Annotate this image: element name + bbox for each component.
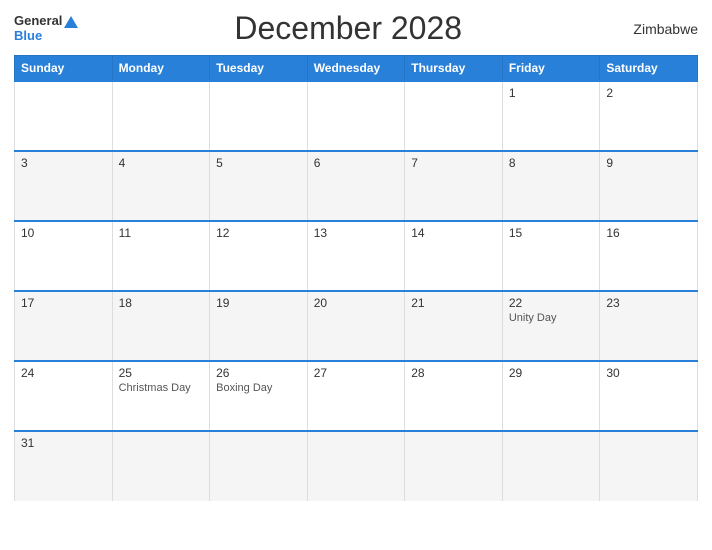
calendar-cell: 19 <box>210 291 308 361</box>
day-number: 13 <box>314 226 399 240</box>
calendar-cell: 24 <box>15 361 113 431</box>
day-number: 15 <box>509 226 594 240</box>
calendar-cell: 21 <box>405 291 503 361</box>
day-number: 12 <box>216 226 301 240</box>
calendar-cell <box>112 431 210 501</box>
calendar-cell: 23 <box>600 291 698 361</box>
day-number: 24 <box>21 366 106 380</box>
day-number: 20 <box>314 296 399 310</box>
calendar-cell: 30 <box>600 361 698 431</box>
calendar-cell: 6 <box>307 151 405 221</box>
calendar-body: 12345678910111213141516171819202122Unity… <box>15 81 698 501</box>
day-number: 21 <box>411 296 496 310</box>
country-label: Zimbabwe <box>618 21 698 37</box>
calendar-cell: 10 <box>15 221 113 291</box>
calendar-cell <box>210 81 308 151</box>
weekday-header-monday: Monday <box>112 56 210 82</box>
day-number: 16 <box>606 226 691 240</box>
calendar-cell: 31 <box>15 431 113 501</box>
day-number: 30 <box>606 366 691 380</box>
calendar-cell: 1 <box>502 81 600 151</box>
calendar-container: General Blue December 2028 Zimbabwe Sund… <box>0 0 712 550</box>
day-number: 6 <box>314 156 399 170</box>
calendar-cell: 2 <box>600 81 698 151</box>
holiday-name: Boxing Day <box>216 382 301 394</box>
day-number: 10 <box>21 226 106 240</box>
calendar-cell: 25 Christmas Day <box>112 361 210 431</box>
calendar-header-row: SundayMondayTuesdayWednesdayThursdayFrid… <box>15 56 698 82</box>
calendar-cell: 8 <box>502 151 600 221</box>
weekday-header-wednesday: Wednesday <box>307 56 405 82</box>
weekday-header-saturday: Saturday <box>600 56 698 82</box>
day-number: 7 <box>411 156 496 170</box>
day-number: 14 <box>411 226 496 240</box>
day-number: 11 <box>119 226 204 240</box>
calendar-cell <box>600 431 698 501</box>
day-number: 22 <box>509 296 594 310</box>
calendar-cell: 22 Unity Day <box>502 291 600 361</box>
day-number: 18 <box>119 296 204 310</box>
calendar-cell <box>307 81 405 151</box>
month-title: December 2028 <box>78 10 618 47</box>
holiday-name: Christmas Day <box>119 382 204 394</box>
calendar-cell: 11 <box>112 221 210 291</box>
calendar-cell <box>405 431 503 501</box>
calendar-cell: 20 <box>307 291 405 361</box>
calendar-cell: 5 <box>210 151 308 221</box>
day-number: 5 <box>216 156 301 170</box>
holiday-name: Unity Day <box>509 312 594 324</box>
day-number: 28 <box>411 366 496 380</box>
logo-general-text: General <box>14 14 78 28</box>
calendar-header: General Blue December 2028 Zimbabwe <box>14 10 698 47</box>
logo-triangle-icon <box>64 16 78 28</box>
day-number: 1 <box>509 86 594 100</box>
calendar-cell: 28 <box>405 361 503 431</box>
calendar-cell <box>307 431 405 501</box>
calendar-cell: 29 <box>502 361 600 431</box>
calendar-cell: 13 <box>307 221 405 291</box>
calendar-cell: 26 Boxing Day <box>210 361 308 431</box>
day-number: 31 <box>21 436 106 450</box>
calendar-table: SundayMondayTuesdayWednesdayThursdayFrid… <box>14 55 698 501</box>
calendar-cell: 3 <box>15 151 113 221</box>
day-number: 29 <box>509 366 594 380</box>
calendar-cell: 27 <box>307 361 405 431</box>
calendar-cell: 18 <box>112 291 210 361</box>
calendar-cell: 15 <box>502 221 600 291</box>
day-number: 23 <box>606 296 691 310</box>
calendar-cell: 12 <box>210 221 308 291</box>
day-number: 26 <box>216 366 301 380</box>
day-number: 3 <box>21 156 106 170</box>
day-number: 9 <box>606 156 691 170</box>
weekday-header-friday: Friday <box>502 56 600 82</box>
day-number: 19 <box>216 296 301 310</box>
day-number: 4 <box>119 156 204 170</box>
calendar-cell: 9 <box>600 151 698 221</box>
calendar-cell <box>112 81 210 151</box>
day-number: 25 <box>119 366 204 380</box>
calendar-cell <box>15 81 113 151</box>
calendar-cell: 17 <box>15 291 113 361</box>
day-number: 27 <box>314 366 399 380</box>
calendar-cell: 16 <box>600 221 698 291</box>
logo: General Blue <box>14 14 78 43</box>
weekday-header-sunday: Sunday <box>15 56 113 82</box>
calendar-cell: 7 <box>405 151 503 221</box>
weekday-header-tuesday: Tuesday <box>210 56 308 82</box>
day-number: 17 <box>21 296 106 310</box>
calendar-cell <box>210 431 308 501</box>
calendar-cell: 4 <box>112 151 210 221</box>
calendar-cell <box>502 431 600 501</box>
logo-blue-text: Blue <box>14 29 42 43</box>
calendar-cell <box>405 81 503 151</box>
day-number: 8 <box>509 156 594 170</box>
day-number: 2 <box>606 86 691 100</box>
calendar-cell: 14 <box>405 221 503 291</box>
weekday-header-thursday: Thursday <box>405 56 503 82</box>
